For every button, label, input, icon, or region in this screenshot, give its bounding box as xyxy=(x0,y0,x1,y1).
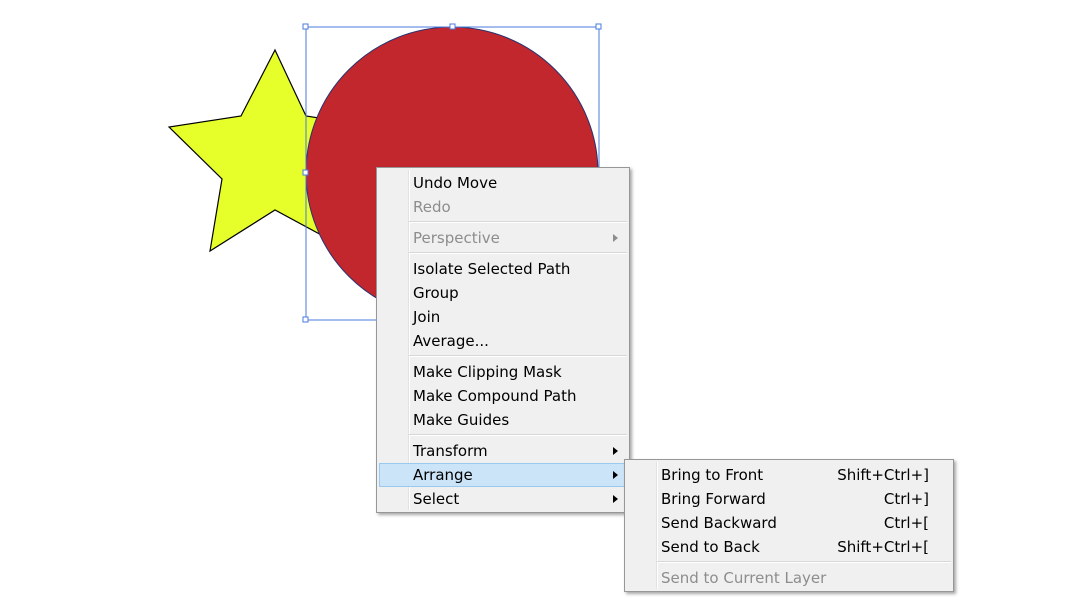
menu-item-send-backward[interactable]: Send Backward Ctrl+[ xyxy=(627,511,951,535)
menu-item-label: Send Backward xyxy=(661,514,777,532)
selection-handle-top-right[interactable] xyxy=(595,23,602,30)
menu-item-label: Make Clipping Mask xyxy=(413,363,562,381)
arrange-submenu: Bring to Front Shift+Ctrl+] Bring Forwar… xyxy=(624,459,954,592)
menu-item-join[interactable]: Join xyxy=(379,305,627,329)
submenu-arrow-icon xyxy=(613,447,618,455)
menu-item-label: Make Guides xyxy=(413,411,510,429)
menu-item-undo-move[interactable]: Undo Move xyxy=(379,171,627,195)
selection-handle-top-left[interactable] xyxy=(302,23,309,30)
menu-item-transform[interactable]: Transform xyxy=(379,439,627,463)
menu-item-bring-to-front[interactable]: Bring to Front Shift+Ctrl+] xyxy=(627,463,951,487)
selection-handle-top-center[interactable] xyxy=(449,23,456,30)
menu-item-shortcut: Ctrl+] xyxy=(883,490,929,508)
menu-item-label: Redo xyxy=(413,198,451,216)
menu-item-shortcut: Shift+Ctrl+] xyxy=(837,466,929,484)
menu-item-label: Bring to Front xyxy=(661,466,764,484)
menu-separator xyxy=(409,355,627,357)
menu-item-label: Transform xyxy=(413,442,488,460)
artboard-canvas[interactable]: Undo Move Redo Perspective Isolate Selec… xyxy=(0,0,1087,611)
selection-handle-bottom-left[interactable] xyxy=(302,316,309,323)
menu-item-label: Undo Move xyxy=(413,174,498,192)
submenu-arrow-icon xyxy=(613,471,618,479)
selection-handle-middle-left[interactable] xyxy=(302,169,309,176)
menu-item-label: Isolate Selected Path xyxy=(413,260,571,278)
submenu-arrow-icon xyxy=(613,495,618,503)
menu-item-average[interactable]: Average... xyxy=(379,329,627,353)
menu-item-label: Arrange xyxy=(413,466,473,484)
menu-separator xyxy=(409,221,627,223)
menu-item-label: Group xyxy=(413,284,459,302)
menu-item-label: Join xyxy=(413,308,441,326)
menu-separator xyxy=(409,252,627,254)
menu-item-bring-forward[interactable]: Bring Forward Ctrl+] xyxy=(627,487,951,511)
menu-item-label: Make Compound Path xyxy=(413,387,577,405)
menu-item-label: Select xyxy=(413,490,460,508)
menu-item-perspective[interactable]: Perspective xyxy=(379,226,627,250)
menu-item-shortcut: Ctrl+[ xyxy=(883,514,929,532)
menu-separator xyxy=(409,434,627,436)
menu-item-label: Average... xyxy=(413,332,489,350)
menu-separator xyxy=(657,561,951,563)
menu-item-make-clipping-mask[interactable]: Make Clipping Mask xyxy=(379,360,627,384)
menu-item-send-to-current-layer[interactable]: Send to Current Layer xyxy=(627,566,951,590)
menu-item-label: Bring Forward xyxy=(661,490,766,508)
context-menu: Undo Move Redo Perspective Isolate Selec… xyxy=(376,167,630,513)
menu-item-redo[interactable]: Redo xyxy=(379,195,627,219)
menu-item-label: Send to Current Layer xyxy=(661,569,827,587)
menu-item-label: Perspective xyxy=(413,229,500,247)
menu-item-isolate-selected-path[interactable]: Isolate Selected Path xyxy=(379,257,627,281)
menu-item-group[interactable]: Group xyxy=(379,281,627,305)
menu-item-make-compound-path[interactable]: Make Compound Path xyxy=(379,384,627,408)
menu-item-arrange[interactable]: Arrange xyxy=(379,463,627,487)
menu-item-shortcut: Shift+Ctrl+[ xyxy=(837,538,929,556)
menu-item-make-guides[interactable]: Make Guides xyxy=(379,408,627,432)
submenu-arrow-icon xyxy=(613,234,618,242)
menu-item-select[interactable]: Select xyxy=(379,487,627,511)
menu-item-label: Send to Back xyxy=(661,538,760,556)
menu-item-send-to-back[interactable]: Send to Back Shift+Ctrl+[ xyxy=(627,535,951,559)
